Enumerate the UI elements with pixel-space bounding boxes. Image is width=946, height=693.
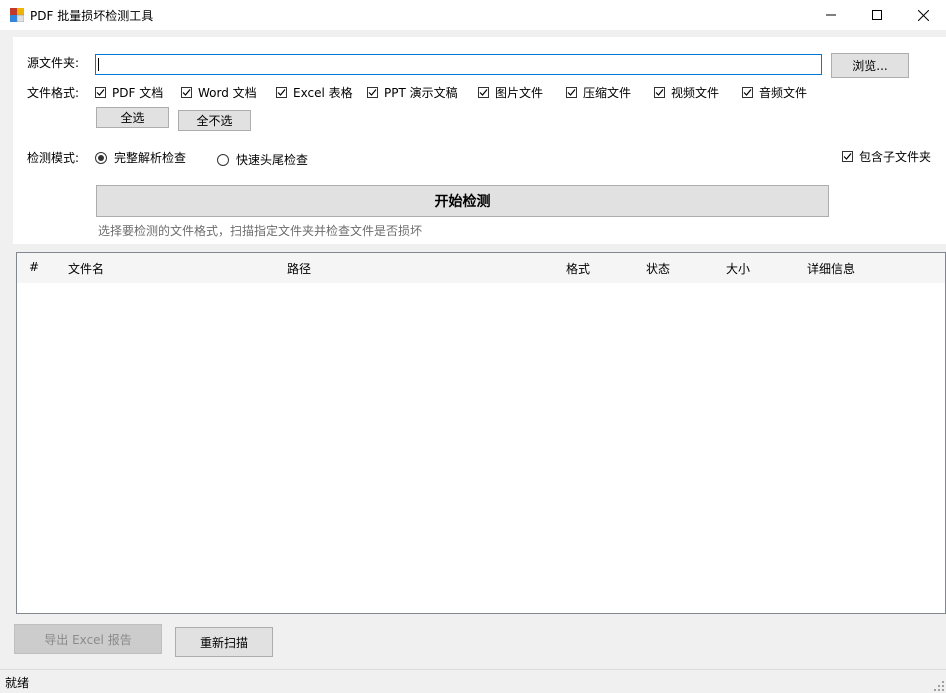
status-bar: 就绪 xyxy=(0,669,946,693)
select-none-button[interactable]: 全不选 xyxy=(178,110,251,131)
format-label-archive: 压缩文件 xyxy=(583,86,632,100)
maximize-icon xyxy=(872,10,882,20)
format-checkbox-archive[interactable]: 压缩文件 xyxy=(566,84,631,101)
close-button[interactable] xyxy=(900,0,946,30)
maximize-button[interactable] xyxy=(854,0,900,30)
source-folder-label: 源文件夹: xyxy=(27,56,80,70)
format-label-image: 图片文件 xyxy=(495,86,544,100)
format-checkbox-pdf[interactable]: PDF 文档 xyxy=(95,84,163,101)
status-text: 就绪 xyxy=(5,676,30,690)
include-subfolders-label: 包含子文件夹 xyxy=(859,150,932,164)
column-header-filename[interactable]: 文件名 xyxy=(68,260,104,277)
hint-text: 选择要检测的文件格式，扫描指定文件夹并检查文件是否损坏 xyxy=(98,224,423,238)
select-all-button[interactable]: 全选 xyxy=(96,107,169,128)
rescan-button[interactable]: 重新扫描 xyxy=(175,627,273,657)
export-excel-button[interactable]: 导出 Excel 报告 xyxy=(14,624,162,654)
checkbox-checked-icon xyxy=(95,87,106,98)
format-label-video: 视频文件 xyxy=(671,86,720,100)
table-header: # 文件名 路径 格式 状态 大小 详细信息 xyxy=(17,253,945,283)
format-label-excel: Excel 表格 xyxy=(293,86,353,100)
detect-mode-label: 检测模式: xyxy=(27,151,80,165)
mode-label-full: 完整解析检查 xyxy=(114,151,187,165)
radio-selected-icon xyxy=(95,151,107,164)
checkbox-checked-icon xyxy=(367,87,378,98)
mode-label-quick: 快速头尾检查 xyxy=(236,153,309,167)
minimize-icon xyxy=(826,14,836,16)
checkbox-checked-icon xyxy=(842,151,853,162)
format-checkbox-image[interactable]: 图片文件 xyxy=(478,84,543,101)
format-checkbox-ppt[interactable]: PPT 演示文稿 xyxy=(367,84,458,101)
checkbox-checked-icon xyxy=(276,87,287,98)
column-header-index[interactable]: # xyxy=(29,260,39,274)
minimize-button[interactable] xyxy=(808,0,854,30)
browse-button[interactable]: 浏览... xyxy=(831,53,909,78)
title-bar: PDF 批量损坏检测工具 xyxy=(0,0,946,30)
radio-unselected-icon xyxy=(217,153,229,166)
format-label-audio: 音频文件 xyxy=(759,86,808,100)
format-checkbox-word[interactable]: Word 文档 xyxy=(181,84,257,101)
checkbox-checked-icon xyxy=(478,87,489,98)
source-folder-input[interactable] xyxy=(95,54,822,75)
results-table[interactable]: # 文件名 路径 格式 状态 大小 详细信息 xyxy=(16,252,946,614)
checkbox-checked-icon xyxy=(566,87,577,98)
format-label-ppt: PPT 演示文稿 xyxy=(384,86,458,100)
format-checkbox-audio[interactable]: 音频文件 xyxy=(742,84,807,101)
start-detection-button[interactable]: 开始检测 xyxy=(96,185,829,217)
resize-grip-icon[interactable] xyxy=(934,681,944,691)
format-checkbox-video[interactable]: 视频文件 xyxy=(654,84,719,101)
column-header-details[interactable]: 详细信息 xyxy=(807,260,855,277)
format-label-pdf: PDF 文档 xyxy=(112,86,164,100)
app-icon xyxy=(10,8,24,22)
mode-radio-full[interactable]: 完整解析检查 xyxy=(95,149,186,166)
mode-radio-quick[interactable]: 快速头尾检查 xyxy=(217,151,308,168)
column-header-status[interactable]: 状态 xyxy=(646,260,670,277)
format-checkbox-excel[interactable]: Excel 表格 xyxy=(276,84,353,101)
column-header-size[interactable]: 大小 xyxy=(726,260,750,277)
column-header-path[interactable]: 路径 xyxy=(287,260,311,277)
file-format-label: 文件格式: xyxy=(27,86,80,100)
column-header-format[interactable]: 格式 xyxy=(566,260,590,277)
close-icon xyxy=(917,9,929,21)
checkbox-checked-icon xyxy=(654,87,665,98)
text-caret xyxy=(98,58,99,71)
include-subfolders-checkbox[interactable]: 包含子文件夹 xyxy=(842,148,931,165)
window-title: PDF 批量损坏检测工具 xyxy=(30,9,154,23)
format-label-word: Word 文档 xyxy=(198,86,257,100)
checkbox-checked-icon xyxy=(742,87,753,98)
checkbox-checked-icon xyxy=(181,87,192,98)
